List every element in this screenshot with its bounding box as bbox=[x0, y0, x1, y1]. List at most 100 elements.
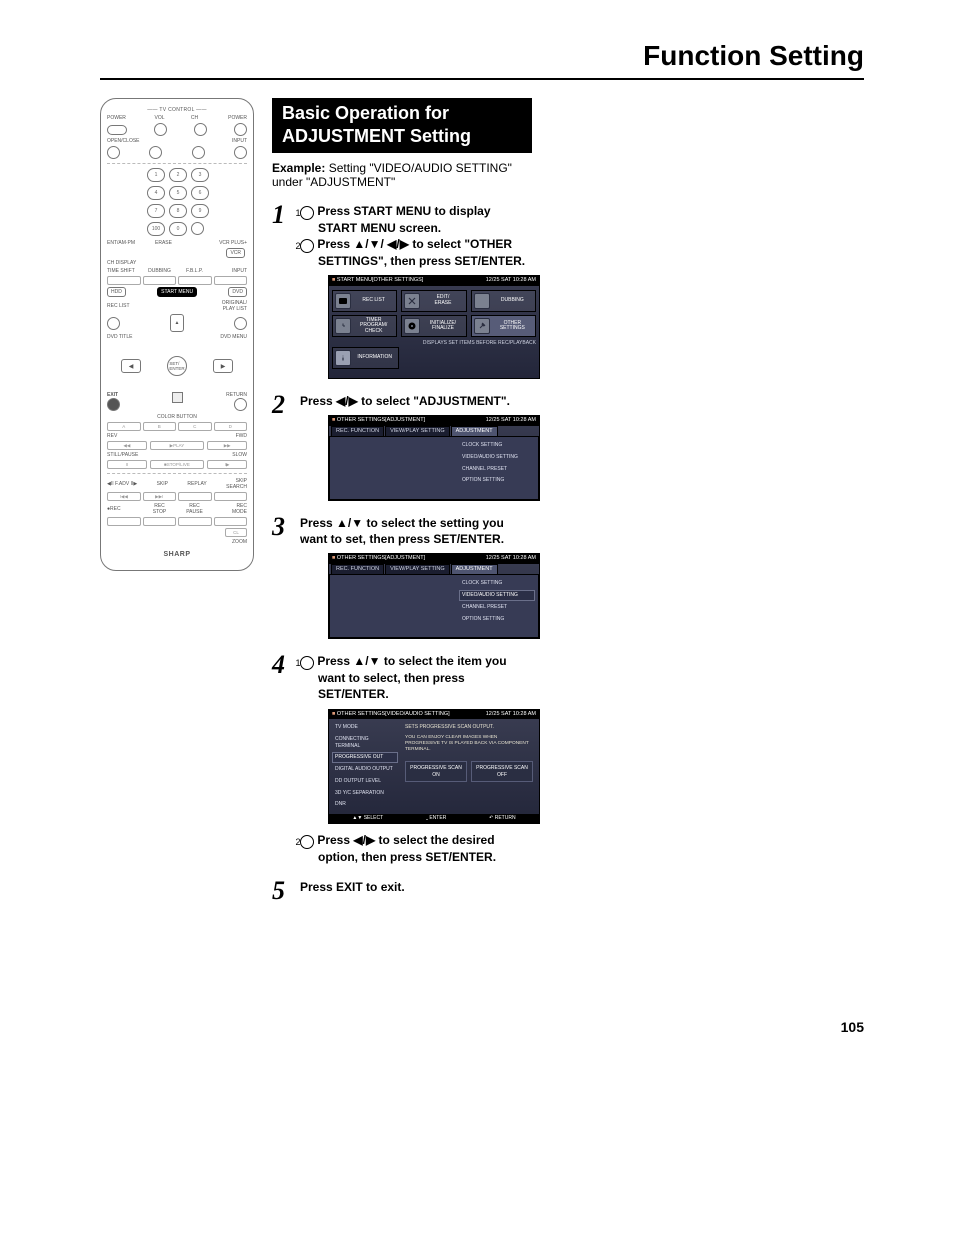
tile-information[interactable]: INFORMATION bbox=[332, 347, 399, 369]
fwd-button[interactable]: ▶▶ bbox=[207, 441, 247, 450]
tab-adjustment[interactable]: ADJUSTMENT bbox=[451, 426, 498, 436]
tile-rec-list[interactable]: REC LIST bbox=[332, 290, 397, 312]
tile-dubbing[interactable]: DUBBING bbox=[471, 290, 536, 312]
dubbing-button[interactable] bbox=[143, 276, 177, 285]
rev-button[interactable]: ◀◀ bbox=[107, 441, 147, 450]
input-button[interactable] bbox=[214, 276, 248, 285]
tv-power-button[interactable] bbox=[107, 125, 127, 135]
color-a[interactable]: A bbox=[107, 422, 141, 431]
opt-va[interactable]: VIDEO/AUDIO SETTING bbox=[459, 452, 535, 463]
ch-up-button[interactable] bbox=[194, 123, 207, 136]
opt-channel[interactable]: CHANNEL PRESET bbox=[459, 464, 535, 475]
vcr-plus-label: VCR PLUS+ bbox=[185, 240, 247, 246]
tile-other-settings[interactable]: OTHER SETTINGS bbox=[471, 315, 536, 338]
tab-adjustment[interactable]: ADJUSTMENT bbox=[451, 564, 498, 574]
va-yc-sep[interactable]: 3D Y/C SEPARATION bbox=[332, 788, 398, 799]
play-button[interactable]: ▶PLAY bbox=[150, 441, 205, 450]
tab-view-play[interactable]: VIEW/PLAY SETTING bbox=[385, 426, 450, 436]
vol-down-button[interactable] bbox=[149, 146, 162, 159]
va-dnr[interactable]: DNR bbox=[332, 799, 398, 810]
rec-pause-button[interactable] bbox=[178, 517, 212, 526]
num-1[interactable]: 1 bbox=[147, 168, 165, 182]
footbar-select: ▲▼ SELECT bbox=[352, 815, 383, 822]
num-100[interactable]: 100 bbox=[147, 222, 165, 236]
stop-live-button[interactable]: ■STOP/LIVE bbox=[150, 460, 205, 469]
num-9[interactable]: 9 bbox=[191, 204, 209, 218]
tile-timer[interactable]: TIMER PROGRAM/ CHECK bbox=[332, 315, 397, 338]
va-digital-audio[interactable]: DIGITAL AUDIO OUTPUT bbox=[332, 764, 398, 775]
rec-pause-label: REC PAUSE bbox=[177, 503, 212, 515]
left-arrow-icon: ◀ bbox=[336, 394, 345, 408]
hdd-button[interactable]: HDD bbox=[107, 287, 126, 297]
opt-channel[interactable]: CHANNEL PRESET bbox=[459, 602, 535, 613]
rec-mode-button[interactable] bbox=[214, 517, 248, 526]
num-7[interactable]: 7 bbox=[147, 204, 165, 218]
osd-breadcrumb: START MENU[OTHER SETTINGS] bbox=[332, 277, 423, 284]
footbar-enter: ⎵ ENTER bbox=[426, 815, 446, 822]
nav-up-button[interactable]: ▲ bbox=[170, 314, 184, 332]
rec-button[interactable] bbox=[107, 517, 141, 526]
opt-va-selected[interactable]: VIDEO/AUDIO SETTING bbox=[459, 590, 535, 601]
color-d[interactable]: D bbox=[214, 422, 248, 431]
fblp-button[interactable] bbox=[178, 276, 212, 285]
rec-stop-button[interactable] bbox=[143, 517, 177, 526]
tile-edit-erase[interactable]: EDIT/ ERASE bbox=[401, 290, 466, 312]
va-dd-output[interactable]: DD OUTPUT LEVEL bbox=[332, 776, 398, 787]
nav-right-button[interactable]: ▶ bbox=[213, 359, 233, 373]
opt-clock[interactable]: CLOCK SETTING bbox=[459, 440, 535, 451]
power-button[interactable] bbox=[234, 123, 247, 136]
original-playlist-button[interactable] bbox=[234, 317, 247, 330]
tab-view-play[interactable]: VIEW/PLAY SETTING bbox=[385, 564, 450, 574]
color-c[interactable]: C bbox=[178, 422, 212, 431]
color-b[interactable]: B bbox=[143, 422, 177, 431]
set-enter-button[interactable]: SET/ ENTER bbox=[167, 356, 187, 376]
tv-input-button[interactable] bbox=[234, 146, 247, 159]
dubbing-label: DUBBING bbox=[142, 268, 177, 274]
opt-option[interactable]: OPTION SETTING bbox=[459, 475, 535, 486]
skip-back-button[interactable]: I◀◀ bbox=[107, 492, 141, 501]
va-connecting[interactable]: CONNECTING TERMINAL bbox=[332, 734, 398, 752]
num-8[interactable]: 8 bbox=[169, 204, 187, 218]
return-button[interactable] bbox=[234, 398, 247, 411]
tv-control-label: —— TV CONTROL —— bbox=[107, 107, 247, 113]
pause-button[interactable]: II bbox=[107, 460, 147, 469]
opt-clock[interactable]: CLOCK SETTING bbox=[459, 578, 535, 589]
choice-prog-off[interactable]: PROGRESSIVE SCAN OFF bbox=[471, 761, 533, 783]
ch-down-button[interactable] bbox=[192, 146, 205, 159]
nav-down-button[interactable] bbox=[172, 392, 183, 403]
vcr-plus-button[interactable] bbox=[191, 222, 204, 235]
rec-list-button[interactable] bbox=[107, 317, 120, 330]
remote-control: —— TV CONTROL —— POWER VOL CH POWER OPEN… bbox=[100, 98, 254, 571]
nav-left-button[interactable]: ◀ bbox=[121, 359, 141, 373]
dvd-button[interactable]: DVD bbox=[228, 287, 247, 297]
num-4[interactable]: 4 bbox=[147, 186, 165, 200]
fadv-label: ◀II F.ADV II▶ bbox=[107, 481, 137, 487]
replay-button[interactable] bbox=[178, 492, 212, 501]
num-2[interactable]: 2 bbox=[169, 168, 187, 182]
va-tv-mode[interactable]: TV MODE bbox=[332, 722, 398, 733]
vol-up-button[interactable] bbox=[154, 123, 167, 136]
skip-search-button[interactable] bbox=[214, 492, 248, 501]
num-3[interactable]: 3 bbox=[191, 168, 209, 182]
open-close-button[interactable] bbox=[107, 146, 120, 159]
va-progressive-out[interactable]: PROGRESSIVE OUT bbox=[332, 752, 398, 763]
cl-button[interactable]: CL bbox=[225, 528, 247, 537]
num-0[interactable]: 0 bbox=[169, 222, 187, 236]
exit-button[interactable] bbox=[107, 398, 120, 411]
tile-information-label: INFORMATION bbox=[353, 355, 396, 361]
tile-initialize[interactable]: INITIALIZE/ FINALIZE bbox=[401, 315, 466, 338]
tile-edit-erase-label: EDIT/ ERASE bbox=[422, 295, 463, 306]
start-menu-button[interactable]: START MENU bbox=[157, 287, 197, 297]
tab-rec-function[interactable]: REC. FUNCTION bbox=[331, 426, 384, 436]
slow-button[interactable]: I▶ bbox=[207, 460, 247, 469]
choice-prog-on[interactable]: PROGRESSIVE SCAN ON bbox=[405, 761, 467, 783]
num-6[interactable]: 6 bbox=[191, 186, 209, 200]
vol-label: VOL bbox=[142, 115, 177, 121]
opt-option[interactable]: OPTION SETTING bbox=[459, 614, 535, 625]
t: . bbox=[522, 254, 525, 268]
t: Press bbox=[314, 833, 353, 847]
num-5[interactable]: 5 bbox=[169, 186, 187, 200]
tab-rec-function[interactable]: REC. FUNCTION bbox=[331, 564, 384, 574]
time-shift-button[interactable] bbox=[107, 276, 141, 285]
skip-fwd-button[interactable]: ▶▶I bbox=[143, 492, 177, 501]
